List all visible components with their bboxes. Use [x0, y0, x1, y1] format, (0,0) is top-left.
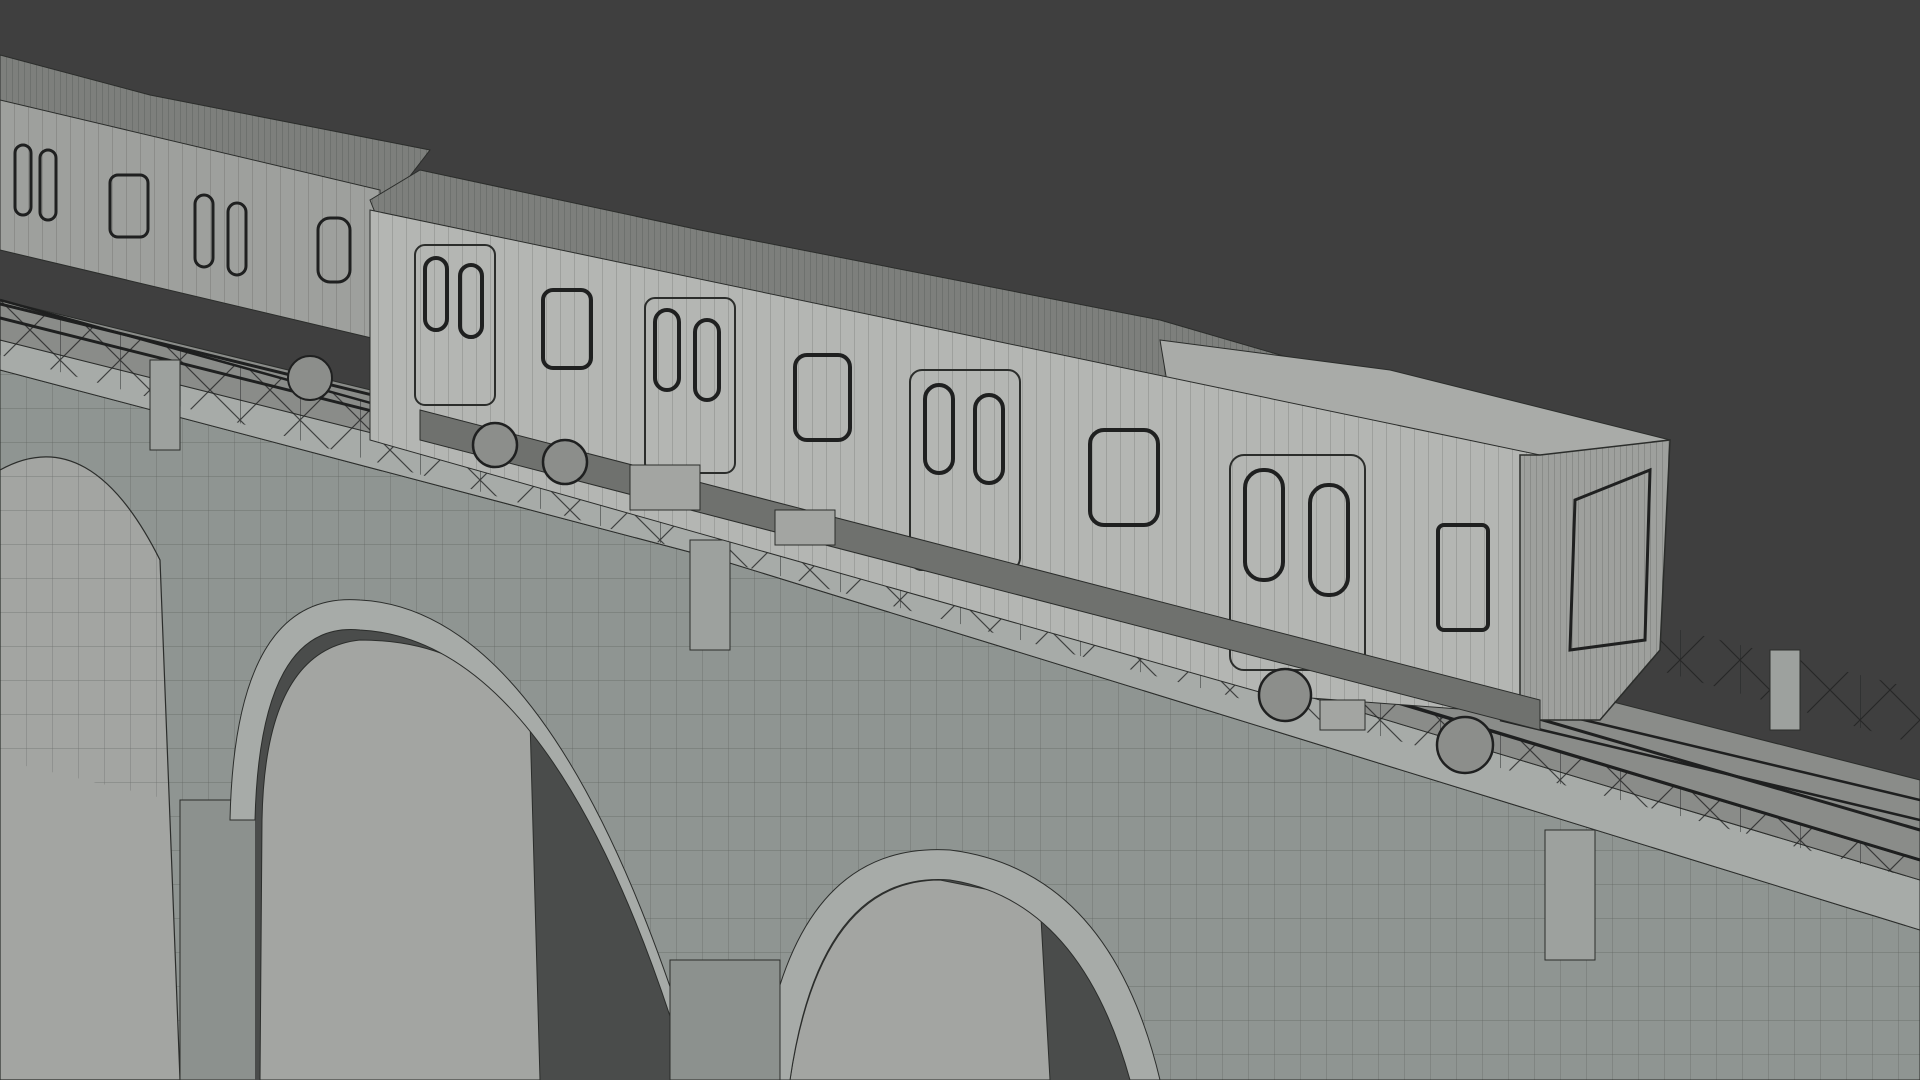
equipment-box [629, 464, 701, 511]
post-4 [1769, 649, 1801, 731]
viewport-canvas [0, 0, 1920, 1080]
post-3 [1544, 829, 1596, 961]
wheel [471, 421, 519, 469]
wheel [541, 438, 589, 486]
wheel [1435, 715, 1495, 775]
post-1 [149, 359, 181, 451]
rear-car-wheel [287, 355, 333, 401]
wheel [1257, 667, 1313, 723]
equipment-box [1319, 699, 1366, 731]
equipment-box [774, 509, 836, 546]
post-2 [689, 539, 731, 651]
arch-middle-inner [259, 639, 541, 1080]
pier-middle [669, 959, 781, 1080]
